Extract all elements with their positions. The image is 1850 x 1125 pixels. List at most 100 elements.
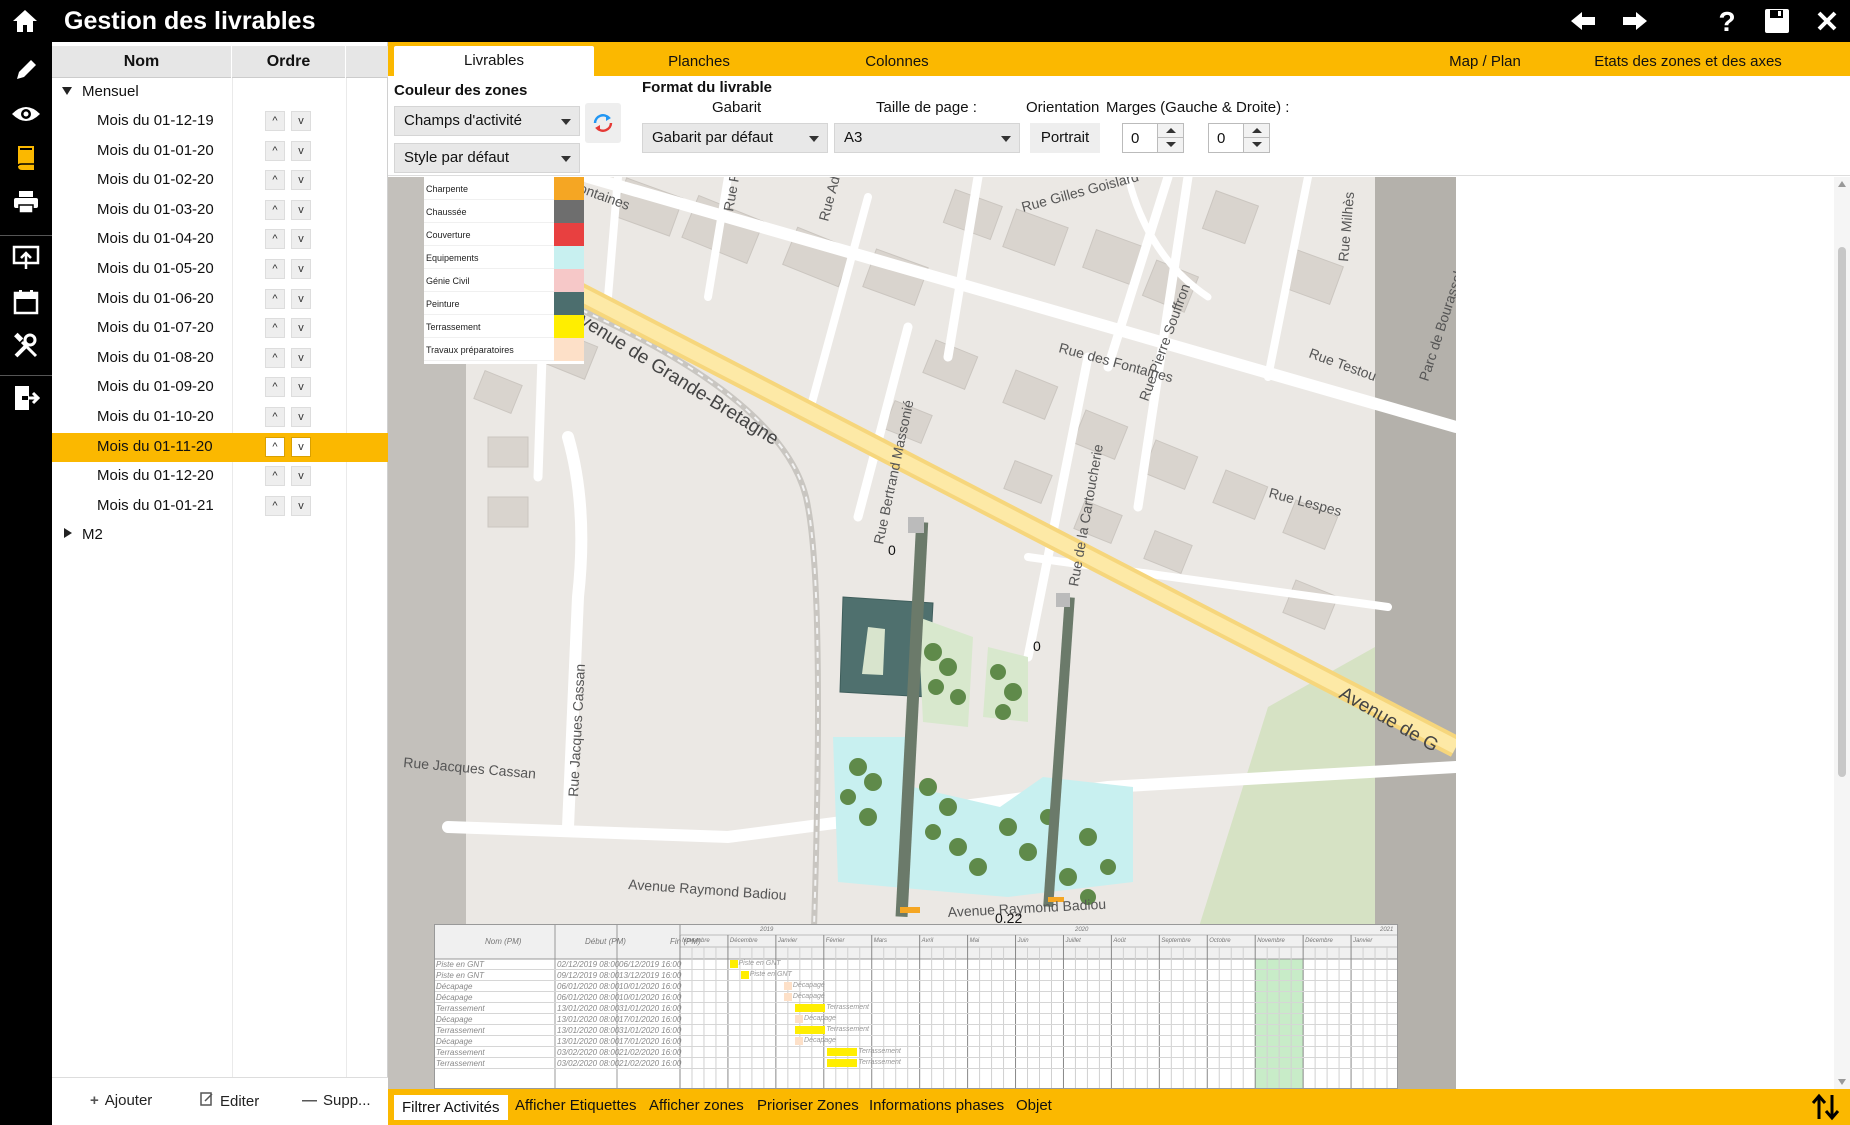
gantt-bar[interactable] xyxy=(826,1059,858,1067)
move-up-button[interactable]: ^ xyxy=(265,347,285,368)
stepper-up-button[interactable] xyxy=(1157,124,1183,138)
gantt-bar[interactable] xyxy=(783,993,792,1001)
gantt-bar[interactable] xyxy=(795,1026,826,1034)
gantt-row[interactable]: Terrassement 13/01/2020 08:00 31/01/2020 1… xyxy=(435,1003,1397,1014)
expand-triangle-icon[interactable] xyxy=(62,87,72,95)
export-board-icon[interactable] xyxy=(6,238,46,278)
tab-prioriser-zones[interactable]: Prioriser Zones xyxy=(757,1097,859,1114)
move-down-button[interactable]: v xyxy=(291,347,311,368)
tab-etats-zones-axes[interactable]: Etats des zones et des axes xyxy=(1588,42,1788,76)
sort-arrows-icon[interactable] xyxy=(1810,1093,1842,1121)
tree-group-m2[interactable]: M2 xyxy=(52,521,388,550)
gantt-row[interactable]: Terrassement 03/02/2020 08:00 21/02/2020 1… xyxy=(435,1058,1397,1069)
style-select[interactable]: Style par défaut xyxy=(394,143,580,173)
gantt-bar[interactable] xyxy=(795,1004,826,1012)
move-down-button[interactable]: v xyxy=(291,229,311,250)
tree-item[interactable]: Mois du 01-10-20 ^ v xyxy=(52,403,388,432)
forward-arrow-icon[interactable] xyxy=(1618,4,1652,38)
move-up-button[interactable]: ^ xyxy=(265,170,285,191)
gantt-row[interactable]: Décapage 06/01/2020 08:00 10/01/2020 16:00… xyxy=(435,981,1397,992)
gantt-bar[interactable] xyxy=(740,971,749,979)
tab-afficher-etiquettes[interactable]: Afficher Etiquettes xyxy=(515,1097,636,1114)
tree-item[interactable]: Mois du 01-06-20 ^ v xyxy=(52,285,388,314)
page-size-select[interactable]: A3 xyxy=(834,123,1020,153)
home-icon[interactable] xyxy=(8,4,42,38)
tree-item-selected[interactable]: Mois du 01-11-20 ^ v xyxy=(52,432,388,462)
tab-filtrer-activites[interactable]: Filtrer Activités xyxy=(394,1095,508,1120)
move-down-button[interactable]: v xyxy=(291,259,311,279)
move-down-button[interactable]: v xyxy=(291,466,311,487)
tab-objet[interactable]: Objet xyxy=(1016,1097,1052,1114)
close-icon[interactable] xyxy=(1810,4,1844,38)
move-up-button[interactable]: ^ xyxy=(265,495,285,516)
collapsed-triangle-icon[interactable] xyxy=(64,528,72,539)
move-down-button[interactable]: v xyxy=(291,407,311,427)
move-down-button[interactable]: v xyxy=(291,288,311,309)
zone-color-mode-select[interactable]: Champs d'activité xyxy=(394,106,580,136)
gantt-row[interactable]: Piste en GNT 09/12/2019 08:00 13/12/2019 1… xyxy=(435,970,1397,981)
tree-item[interactable]: Mois du 01-07-20 ^ v xyxy=(52,314,388,343)
tree-item[interactable]: Mois du 01-02-20 ^ v xyxy=(52,166,388,195)
save-icon[interactable] xyxy=(1760,4,1794,38)
gantt-bar[interactable] xyxy=(783,982,792,990)
tools-icon[interactable] xyxy=(6,326,46,366)
move-down-button[interactable]: v xyxy=(291,436,311,457)
pencil-icon[interactable] xyxy=(6,50,46,90)
gantt-bar[interactable] xyxy=(729,960,738,968)
tab-livrables[interactable]: Livrables xyxy=(394,46,594,76)
move-down-button[interactable]: v xyxy=(291,170,311,191)
gantt-row[interactable]: Décapage 06/01/2020 08:00 10/01/2020 16:00… xyxy=(435,992,1397,1003)
move-down-button[interactable]: v xyxy=(291,495,311,516)
stepper-down-button[interactable] xyxy=(1157,138,1183,152)
tree-item[interactable]: Mois du 01-01-20 ^ v xyxy=(52,137,388,166)
move-up-button[interactable]: ^ xyxy=(265,377,285,398)
move-down-button[interactable]: v xyxy=(291,318,311,339)
template-select[interactable]: Gabarit par défaut xyxy=(642,123,828,153)
add-button[interactable]: + Ajouter xyxy=(90,1092,152,1109)
column-header-order[interactable]: Ordre xyxy=(232,46,346,78)
tree-item[interactable]: Mois du 01-05-20 ^ v xyxy=(52,255,388,284)
refresh-button[interactable] xyxy=(585,103,621,143)
back-arrow-icon[interactable] xyxy=(1566,4,1600,38)
move-down-button[interactable]: v xyxy=(291,377,311,398)
scroll-down-icon[interactable] xyxy=(1838,1079,1846,1085)
move-up-button[interactable]: ^ xyxy=(265,466,285,487)
gantt-row[interactable]: Décapage 13/01/2020 08:00 17/01/2020 16:00… xyxy=(435,1036,1397,1047)
scrollbar-thumb[interactable] xyxy=(1838,247,1846,777)
gantt-bar[interactable] xyxy=(795,1037,804,1045)
delete-button[interactable]: — Supp... xyxy=(302,1092,371,1109)
tab-informations-phases[interactable]: Informations phases xyxy=(869,1097,1004,1114)
move-up-button[interactable]: ^ xyxy=(265,288,285,309)
printer-icon[interactable] xyxy=(6,182,46,222)
move-up-button[interactable]: ^ xyxy=(265,318,285,339)
move-up-button[interactable]: ^ xyxy=(265,259,285,279)
move-up-button[interactable]: ^ xyxy=(265,111,285,131)
orientation-button[interactable]: Portrait xyxy=(1030,123,1100,153)
gantt-row[interactable]: Terrassement 13/01/2020 08:00 31/01/2020 1… xyxy=(435,1025,1397,1036)
move-up-button[interactable]: ^ xyxy=(265,407,285,427)
move-down-button[interactable]: v xyxy=(291,140,311,161)
tab-map-plan[interactable]: Map / Plan xyxy=(1410,42,1560,76)
book-icon[interactable] xyxy=(6,138,46,178)
tree-item[interactable]: Mois du 01-12-19 ^ v xyxy=(52,107,388,136)
move-down-button[interactable]: v xyxy=(291,199,311,220)
tab-afficher-zones[interactable]: Afficher zones xyxy=(649,1097,744,1114)
move-up-button[interactable]: ^ xyxy=(265,199,285,220)
gantt-bar[interactable] xyxy=(795,1015,804,1023)
tab-colonnes[interactable]: Colonnes xyxy=(822,42,972,76)
logout-icon[interactable] xyxy=(6,378,46,418)
gantt-row[interactable]: Décapage 13/01/2020 08:00 17/01/2020 16:00… xyxy=(435,1014,1397,1025)
tree-item[interactable]: Mois du 01-03-20 ^ v xyxy=(52,196,388,225)
eye-icon[interactable] xyxy=(6,94,46,134)
gantt-bar[interactable] xyxy=(826,1048,858,1056)
move-up-button[interactable]: ^ xyxy=(265,140,285,161)
scroll-up-icon[interactable] xyxy=(1838,181,1846,187)
calendar-icon[interactable] xyxy=(6,282,46,322)
gantt-row[interactable]: Terrassement 03/02/2020 08:00 21/02/2020 1… xyxy=(435,1047,1397,1058)
tree-item[interactable]: Mois du 01-12-20 ^ v xyxy=(52,462,388,491)
move-up-button[interactable]: ^ xyxy=(265,229,285,250)
edit-button[interactable]: Editer xyxy=(200,1092,259,1110)
tree-item[interactable]: Mois du 01-04-20 ^ v xyxy=(52,225,388,254)
tree-item[interactable]: Mois du 01-01-21 ^ v xyxy=(52,492,388,521)
vertical-scrollbar[interactable] xyxy=(1834,177,1850,1089)
